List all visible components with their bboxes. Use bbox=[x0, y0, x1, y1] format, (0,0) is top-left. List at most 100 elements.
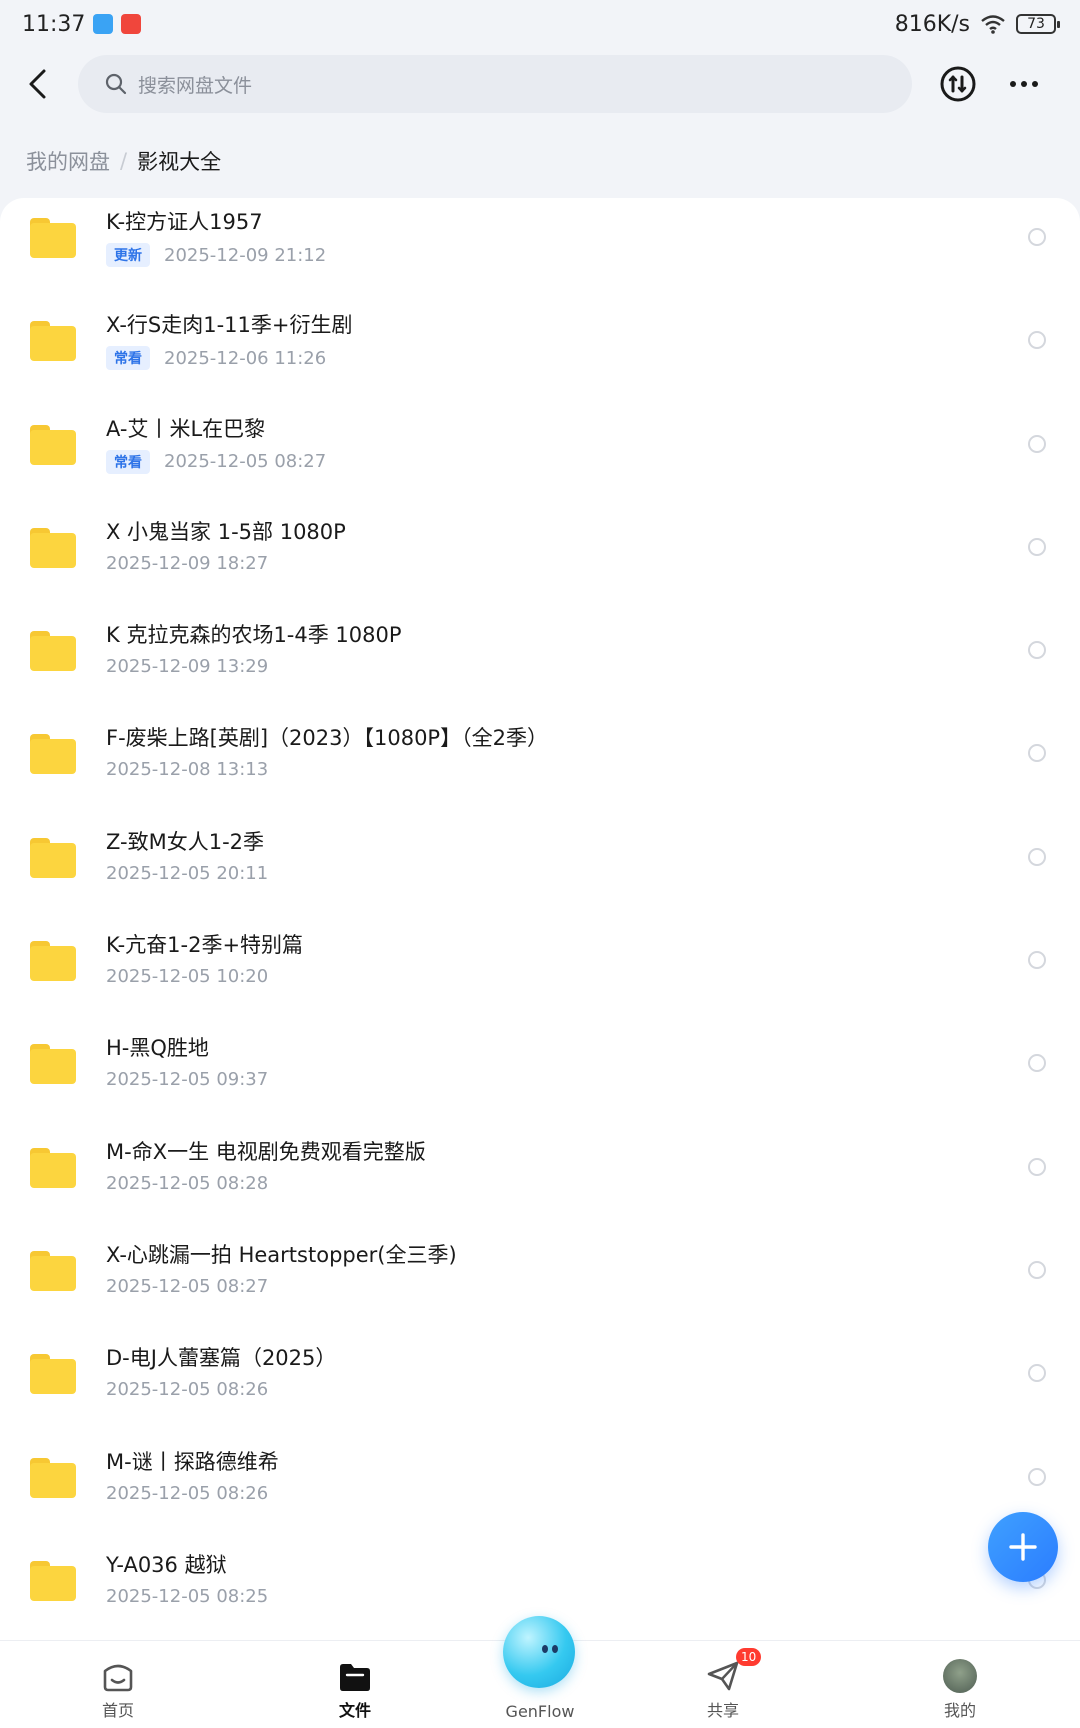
select-radio[interactable] bbox=[1028, 1157, 1046, 1176]
more-dot-icon bbox=[1032, 81, 1038, 87]
file-meta: 常看 2025-12-06 11:26 bbox=[106, 346, 327, 371]
file-date: 2025-12-05 09:37 bbox=[106, 1069, 269, 1091]
search-placeholder: 搜索网盘文件 bbox=[138, 74, 253, 97]
share-badge: 10 bbox=[736, 1648, 762, 1666]
nav-files-label: 文件 bbox=[338, 1701, 371, 1720]
file-name: D-电J人蕾塞篇（2025） bbox=[106, 1346, 337, 1371]
file-name: X-心跳漏一拍 Heartstopper(全三季) bbox=[106, 1242, 457, 1267]
file-row[interactable]: X-行S走肉1-11季+衍生剧 常看 2025-12-06 11:26 bbox=[0, 301, 1080, 404]
status-left: 11:37 bbox=[22, 12, 142, 37]
add-button[interactable] bbox=[988, 1512, 1058, 1582]
select-radio[interactable] bbox=[1028, 744, 1046, 763]
search-input[interactable]: 搜索网盘文件 bbox=[78, 55, 912, 113]
file-row[interactable]: K 克拉克森的农场1-4季 1080P 2025-12-09 13:29 bbox=[0, 611, 1080, 714]
folder-icon bbox=[30, 734, 76, 775]
breadcrumb-current: 影视大全 bbox=[137, 150, 222, 174]
file-name: H-黑Q胜地 bbox=[106, 1036, 209, 1061]
folder-icon bbox=[30, 941, 76, 982]
transfer-icon bbox=[940, 66, 976, 102]
file-date: 2025-12-05 08:26 bbox=[106, 1482, 269, 1504]
file-name: A-艾丨米L在巴黎 bbox=[106, 416, 266, 441]
file-date: 2025-12-09 13:29 bbox=[106, 656, 269, 678]
select-radio[interactable] bbox=[1028, 1364, 1046, 1383]
file-name: K-亢奋1-2季+特别篇 bbox=[106, 933, 304, 958]
select-radio[interactable] bbox=[1028, 1260, 1046, 1279]
home-icon bbox=[103, 1664, 133, 1692]
select-radio[interactable] bbox=[1028, 1467, 1046, 1486]
file-row[interactable]: X 小鬼当家 1-5部 1080P 2025-12-09 18:27 bbox=[0, 508, 1080, 611]
select-radio[interactable] bbox=[1028, 641, 1046, 660]
more-options-button[interactable] bbox=[1004, 64, 1044, 104]
reader-app-icon bbox=[93, 14, 114, 34]
file-meta: 2025-12-05 08:28 bbox=[106, 1173, 268, 1194]
nav-home[interactable]: 首页 bbox=[58, 1641, 178, 1728]
select-radio[interactable] bbox=[1028, 847, 1046, 866]
file-name: Y-A036 越狱 bbox=[106, 1552, 227, 1577]
folder-icon bbox=[30, 1147, 76, 1188]
file-date: 2025-12-05 08:27 bbox=[106, 1275, 269, 1297]
select-radio[interactable] bbox=[1028, 1054, 1046, 1073]
breadcrumb: 我的网盘 / 影视大全 bbox=[26, 146, 221, 176]
select-radio[interactable] bbox=[1028, 228, 1046, 246]
file-row[interactable]: F-废柴上路[英剧]（2023）【1080P】（全2季） 2025-12-08 1… bbox=[0, 714, 1080, 817]
folder-icon bbox=[30, 1250, 76, 1291]
file-date: 2025-12-05 08:25 bbox=[106, 1585, 269, 1607]
file-meta: 2025-12-05 08:26 bbox=[106, 1379, 268, 1400]
file-name: X 小鬼当家 1-5部 1080P bbox=[106, 519, 346, 544]
file-row[interactable]: D-电J人蕾塞篇（2025） 2025-12-05 08:26 bbox=[0, 1334, 1080, 1437]
file-row[interactable]: X-心跳漏一拍 Heartstopper(全三季) 2025-12-05 08:2… bbox=[0, 1231, 1080, 1334]
file-row[interactable]: Z-致M女人1-2季 2025-12-05 20:11 bbox=[0, 818, 1080, 921]
file-meta: 更新 2025-12-09 21:12 bbox=[106, 243, 326, 267]
file-date: 2025-12-09 18:27 bbox=[106, 552, 269, 574]
select-radio[interactable] bbox=[1028, 537, 1046, 556]
select-radio[interactable] bbox=[1028, 331, 1046, 350]
file-name: M-命X一生 电视剧免费观看完整版 bbox=[106, 1139, 426, 1164]
genflow-face-icon bbox=[542, 1645, 558, 1653]
nav-home-label: 首页 bbox=[101, 1701, 134, 1720]
genflow-orb-icon[interactable] bbox=[503, 1616, 575, 1688]
folder-icon bbox=[30, 1354, 76, 1395]
more-dot-icon bbox=[1010, 81, 1016, 87]
network-speed: 816K/s bbox=[894, 11, 970, 37]
file-date: 2025-12-05 10:20 bbox=[106, 966, 269, 988]
avatar bbox=[943, 1659, 977, 1693]
nav-mine[interactable]: 我的 bbox=[900, 1641, 1020, 1728]
file-row[interactable]: H-黑Q胜地 2025-12-05 09:37 bbox=[0, 1024, 1080, 1127]
file-date: 2025-12-06 11:26 bbox=[164, 347, 327, 369]
file-meta: 2025-12-05 08:27 bbox=[106, 1276, 268, 1297]
folder-icon bbox=[30, 424, 76, 465]
file-date: 2025-12-09 21:12 bbox=[164, 244, 327, 266]
folder-icon bbox=[30, 527, 76, 568]
file-name: K 克拉克森的农场1-4季 1080P bbox=[106, 623, 402, 648]
file-meta: 2025-12-05 10:20 bbox=[106, 966, 268, 987]
file-row[interactable]: M-谜丨探路德维希 2025-12-05 08:26 bbox=[0, 1438, 1080, 1541]
select-radio[interactable] bbox=[1028, 434, 1046, 453]
breadcrumb-root[interactable]: 我的网盘 bbox=[26, 146, 110, 176]
file-meta: 2025-12-09 13:29 bbox=[106, 656, 268, 677]
file-name: X-行S走肉1-11季+衍生剧 bbox=[106, 313, 353, 338]
file-meta: 2025-12-05 08:25 bbox=[106, 1586, 268, 1607]
file-row[interactable]: M-命X一生 电视剧免费观看完整版 2025-12-05 08:28 bbox=[0, 1128, 1080, 1231]
file-meta: 常看 2025-12-05 08:27 bbox=[106, 449, 326, 474]
file-row[interactable]: A-艾丨米L在巴黎常看 2025-12-05 08:27 bbox=[0, 405, 1080, 508]
file-row[interactable]: K-控方证人1957 更新 2025-12-09 21:12 bbox=[0, 198, 1080, 301]
file-name: Z-致M女人1-2季 bbox=[106, 829, 265, 854]
folder-icon bbox=[30, 631, 76, 672]
nav-mine-label: 我的 bbox=[943, 1701, 976, 1720]
select-radio[interactable] bbox=[1028, 951, 1046, 970]
folder-icon bbox=[30, 1457, 76, 1498]
back-button[interactable] bbox=[6, 52, 70, 116]
file-row[interactable]: K-亢奋1-2季+特别篇 2025-12-05 10:20 bbox=[0, 921, 1080, 1024]
nav-share[interactable]: 共享 bbox=[663, 1641, 783, 1728]
folder-icon bbox=[30, 1560, 76, 1601]
file-meta: 2025-12-05 08:26 bbox=[106, 1483, 268, 1504]
file-tag-badge: 更新 bbox=[106, 243, 150, 267]
battery-level: 73 bbox=[1027, 16, 1045, 32]
battery-indicator: 73 bbox=[1016, 14, 1060, 34]
transfer-button[interactable] bbox=[938, 64, 978, 104]
folder-icon bbox=[30, 218, 76, 258]
status-bar: 11:37 816K/s 73 bbox=[0, 0, 1080, 48]
breadcrumb-separator: / bbox=[120, 149, 128, 173]
file-meta: 2025-12-05 09:37 bbox=[106, 1069, 268, 1090]
nav-files[interactable]: 文件 bbox=[295, 1641, 415, 1728]
